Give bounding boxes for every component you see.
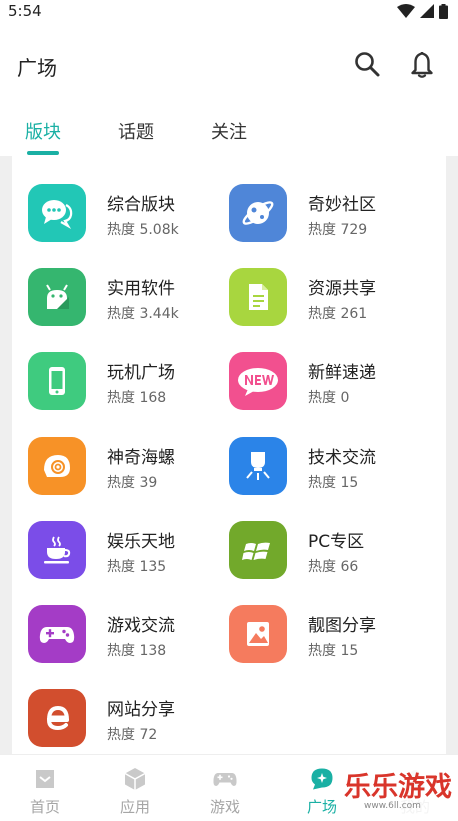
board-item[interactable]: 网站分享 热度 72 [28,689,228,751]
search-icon [355,52,380,77]
board-name: 新鲜速递 [308,363,376,383]
board-heat: 热度 168 [107,390,167,406]
picture-icon [229,605,287,663]
board-name: 实用软件 [107,279,175,299]
watermark: 乐乐游戏 www.6ll.com [344,765,456,819]
board-heat: 热度 729 [308,222,368,238]
phone-icon [28,352,86,410]
board-heat: 热度 15 [308,643,359,659]
board-item[interactable]: 玩机广场 热度 168 [28,352,228,414]
board-item[interactable]: 游戏交流 热度 138 [28,605,228,667]
document-icon [229,268,287,326]
content-area: 综合版块 热度 5.08k 奇妙社区 热度 729 实用软件 热度 3.44k … [0,156,458,754]
chat-bubbles-icon [28,184,86,242]
conch-shell-icon [28,437,86,495]
board-name: 综合版块 [107,195,175,215]
tab-bar: 版块 话题 关注 [0,108,458,156]
board-heat: 热度 3.44k [107,306,179,322]
board-name: 玩机广场 [107,363,175,383]
windows-logo-icon [229,521,287,579]
tab-active-indicator [27,151,59,155]
board-name: 技术交流 [308,448,376,468]
board-item[interactable]: 资源共享 热度 261 [229,268,429,330]
board-item[interactable]: 技术交流 热度 15 [229,437,429,499]
board-grid: 综合版块 热度 5.08k 奇妙社区 热度 729 实用软件 热度 3.44k … [12,156,446,754]
nav-item-home[interactable]: 首页 [0,755,90,821]
board-name: 神奇海螺 [107,448,175,468]
gamepad-icon [28,605,86,663]
board-item[interactable]: 奇妙社区 热度 729 [229,184,429,246]
nav-item-apps[interactable]: 应用 [90,755,180,821]
cellular-signal-icon [420,4,434,18]
battery-icon [439,3,448,19]
watermark-text: 乐乐游戏 [344,772,452,803]
bottom-nav: 首页 应用 游戏 广场 我的 乐乐游戏 www.6ll.com [0,754,458,821]
board-item[interactable]: PC专区 热度 66 [229,521,429,583]
search-button[interactable] [352,49,382,79]
status-time: 5:54 [8,2,42,20]
new-badge-icon [229,352,287,410]
tab-boards[interactable]: 版块 [25,118,61,144]
board-item[interactable]: 靓图分享 热度 15 [229,605,429,667]
nav-label: 游戏 [209,798,240,816]
board-name: 网站分享 [107,700,175,720]
board-item[interactable]: 新鲜速递 热度 0 [229,352,429,414]
board-name: 奇妙社区 [308,195,376,215]
board-name: 娱乐天地 [107,532,175,552]
board-item[interactable]: 综合版块 热度 5.08k [28,184,228,246]
app-bar: 广场 [0,38,458,90]
board-name: 游戏交流 [107,616,175,636]
board-heat: 热度 138 [107,643,167,659]
board-heat: 热度 135 [107,559,167,575]
watermark-url: www.6ll.com [364,801,421,811]
plaza-chat-icon [311,768,333,790]
wifi-icon [397,4,415,18]
board-item[interactable]: 神奇海螺 热度 39 [28,437,228,499]
coffee-cup-icon [28,521,86,579]
board-item[interactable]: 娱乐天地 热度 135 [28,521,228,583]
home-icon [36,770,54,788]
notifications-button[interactable] [407,49,437,79]
status-bar: 5:54 [0,0,458,22]
board-heat: 热度 15 [308,475,359,491]
board-name: 靓图分享 [308,616,376,636]
board-heat: 热度 5.08k [107,222,179,238]
edge-browser-icon [28,689,86,747]
board-heat: 热度 0 [308,390,350,406]
board-heat: 热度 39 [107,475,158,491]
gamepad-icon [213,773,237,786]
tab-following[interactable]: 关注 [211,118,247,144]
nav-label: 首页 [29,798,60,816]
board-heat: 热度 261 [308,306,368,322]
board-name: PC专区 [308,532,365,552]
board-item[interactable]: 实用软件 热度 3.44k [28,268,228,330]
board-heat: 热度 72 [107,727,158,743]
board-name: 资源共享 [308,279,376,299]
android-robot-icon [28,268,86,326]
light-bulb-icon [229,437,287,495]
tab-topics[interactable]: 话题 [118,118,154,144]
planet-icon [229,184,287,242]
status-icons [397,3,448,19]
nav-label: 应用 [119,798,150,816]
page-title: 广场 [17,56,57,80]
bell-icon [411,52,433,78]
nav-item-games[interactable]: 游戏 [180,755,270,821]
board-heat: 热度 66 [308,559,359,575]
app-cube-icon [124,768,146,790]
